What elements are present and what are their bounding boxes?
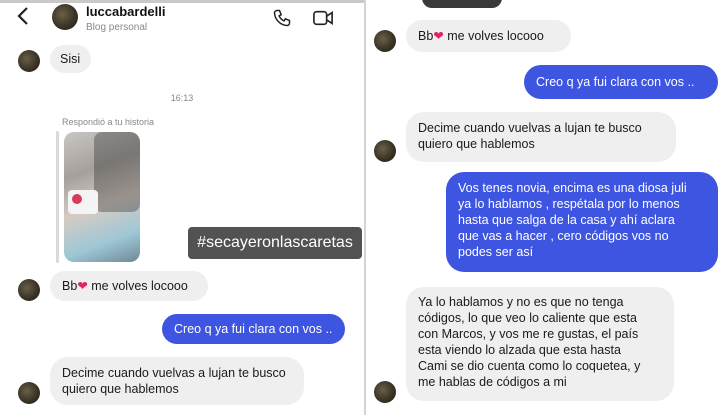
sender-avatar bbox=[374, 381, 396, 403]
sender-avatar bbox=[374, 140, 396, 162]
message-bubble-outgoing[interactable]: Creo q ya fui clara con vos .. bbox=[524, 65, 718, 99]
hashtag-overlay: #secayeronlascaretas bbox=[188, 227, 362, 259]
message-timestamp: 16:13 bbox=[170, 93, 194, 103]
chat-panel-right: Bb❤ me volves locooo Creo q ya fui clara… bbox=[366, 0, 720, 415]
sender-avatar bbox=[18, 279, 40, 301]
heart-icon: ❤ bbox=[433, 29, 444, 43]
cropped-media bbox=[422, 0, 502, 8]
chevron-left-icon bbox=[17, 7, 28, 25]
message-bubble-outgoing[interactable]: Creo q ya fui clara con vos .. bbox=[162, 314, 345, 344]
chat-panel-left: luccabardelli Blog personal Sisi 16:13 R… bbox=[0, 0, 364, 415]
contact-subtitle: Blog personal bbox=[86, 22, 148, 33]
message-bubble-outgoing[interactable]: Vos tenes novia, encima es una diosa jul… bbox=[446, 172, 718, 272]
sender-avatar bbox=[18, 50, 40, 72]
contact-username[interactable]: luccabardelli bbox=[86, 4, 165, 19]
video-icon bbox=[313, 10, 333, 26]
call-button[interactable] bbox=[272, 8, 292, 28]
reply-indicator-bar bbox=[56, 131, 59, 263]
message-bubble[interactable]: Bb❤ me volves locooo bbox=[406, 20, 571, 52]
sender-avatar bbox=[374, 30, 396, 52]
heart-icon: ❤ bbox=[77, 279, 88, 293]
sender-avatar bbox=[18, 382, 40, 404]
contact-avatar[interactable] bbox=[52, 4, 78, 30]
message-bubble[interactable]: Ya lo hablamos y no es que no tenga códi… bbox=[406, 287, 674, 401]
message-bubble[interactable]: Decime cuando vuelvas a lujan te busco q… bbox=[406, 112, 676, 162]
message-bubble[interactable]: Bb❤ me volves locooo bbox=[50, 271, 208, 301]
status-bar bbox=[0, 0, 364, 3]
message-bubble[interactable]: Decime cuando vuelvas a lujan te busco q… bbox=[50, 357, 304, 405]
video-call-button[interactable] bbox=[312, 8, 334, 28]
story-thumbnail[interactable] bbox=[64, 132, 140, 262]
phone-icon bbox=[273, 9, 291, 27]
back-button[interactable] bbox=[16, 6, 30, 32]
message-bubble[interactable]: Sisi bbox=[50, 45, 91, 73]
story-reply-label: Respondió a tu historia bbox=[62, 117, 155, 127]
